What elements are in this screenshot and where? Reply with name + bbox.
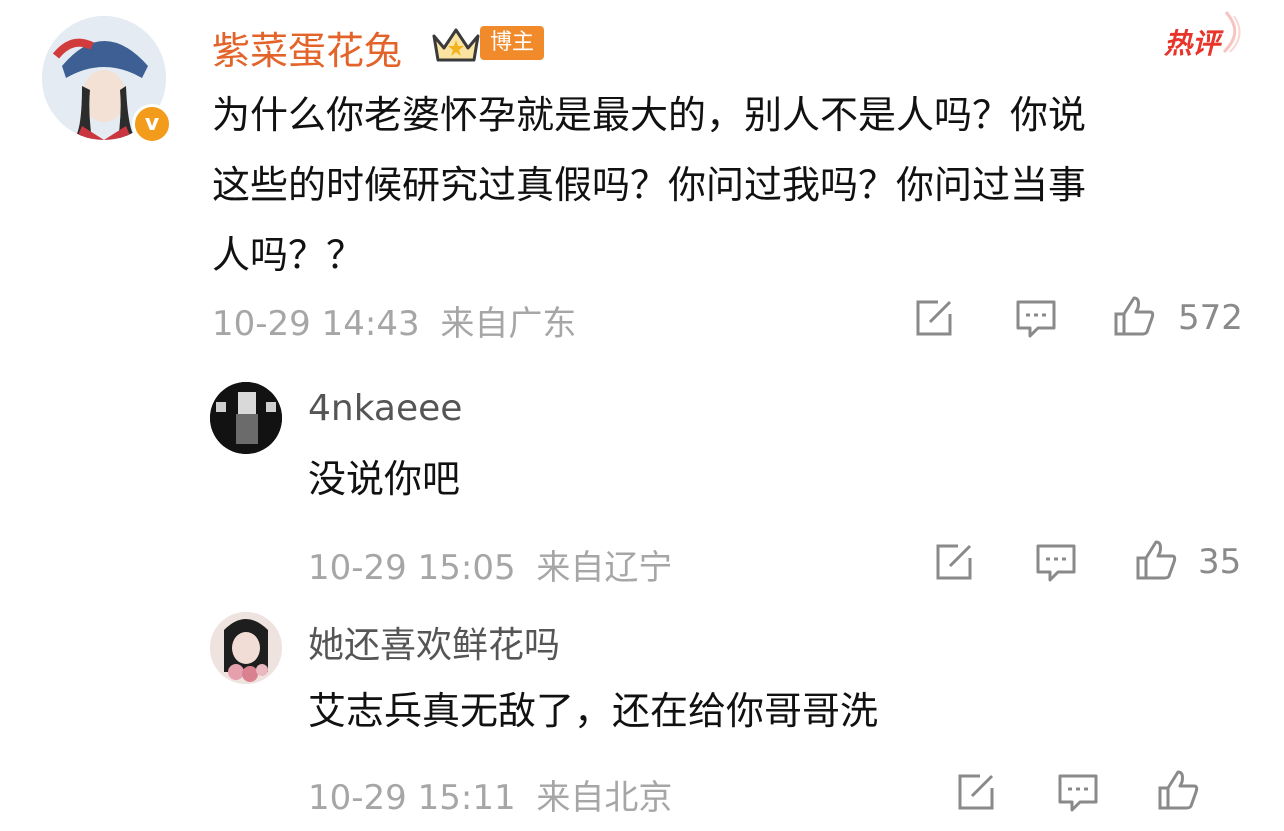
share-edit-icon (958, 774, 994, 810)
reply-text: 没说你吧 (308, 457, 461, 501)
comment-text-line: 为什么你老婆怀孕就是最大的，别人不是人吗？你说 (212, 93, 1087, 137)
like-count: 572 (1178, 298, 1243, 338)
avatar-image (210, 382, 282, 454)
reply-meta: 10-29 15:11 来自北京 (308, 770, 672, 819)
thumbs-up-icon (1136, 540, 1177, 580)
avatar[interactable] (210, 612, 282, 684)
username[interactable]: 4nkaeee (308, 388, 462, 429)
thumbs-up-icon (1114, 296, 1155, 336)
comment-text-line: 人吗？？ (212, 233, 365, 277)
like-button[interactable] (1112, 294, 1156, 338)
repost-button[interactable] (932, 540, 976, 584)
comment-location: 来自广东 (440, 304, 577, 344)
like-button[interactable] (1156, 768, 1200, 812)
crown-icon (432, 28, 480, 62)
repost-button[interactable] (954, 770, 998, 814)
hot-flame-icon (1222, 11, 1241, 54)
comment-icon (1016, 300, 1056, 338)
thumbs-up-icon (1158, 770, 1199, 810)
reply-text: 艾志兵真无敌了，还在给你哥哥洗 (308, 689, 879, 733)
share-edit-icon (936, 544, 972, 580)
reply-meta: 10-29 15:05 来自辽宁 (308, 540, 672, 589)
repost-button[interactable] (912, 296, 956, 340)
username[interactable]: 她还喜欢鲜花吗 (308, 616, 560, 668)
comment-button[interactable] (1014, 296, 1058, 340)
comment-button[interactable] (1056, 770, 1100, 814)
reply-location: 来自辽宁 (536, 548, 673, 588)
reply-date: 10-29 15:05 (308, 548, 516, 588)
comment-icon (1036, 544, 1076, 582)
host-badge: 博主 (480, 26, 545, 60)
reply-location: 来自北京 (536, 778, 673, 818)
comment-text-line: 这些的时候研究过真假吗？你问过我吗？你问过当事 (212, 163, 1087, 207)
share-edit-icon (916, 300, 952, 336)
avatar-image (210, 612, 282, 684)
verified-v-icon: v (132, 104, 172, 144)
reply-date: 10-29 15:11 (308, 778, 516, 818)
comment-icon (1058, 774, 1098, 812)
like-button[interactable] (1134, 538, 1178, 582)
username[interactable]: 紫菜蛋花兔 (212, 20, 402, 75)
comment-text: 为什么你老婆怀孕就是最大的，别人不是人吗？你说 这些的时候研究过真假吗？你问过我… (212, 80, 1252, 290)
comment-meta: 10-29 14:43 来自广东 (212, 296, 576, 345)
like-count: 35 (1198, 542, 1242, 582)
comment-button[interactable] (1034, 540, 1078, 584)
avatar[interactable] (210, 382, 282, 454)
comment-date: 10-29 14:43 (212, 304, 420, 344)
